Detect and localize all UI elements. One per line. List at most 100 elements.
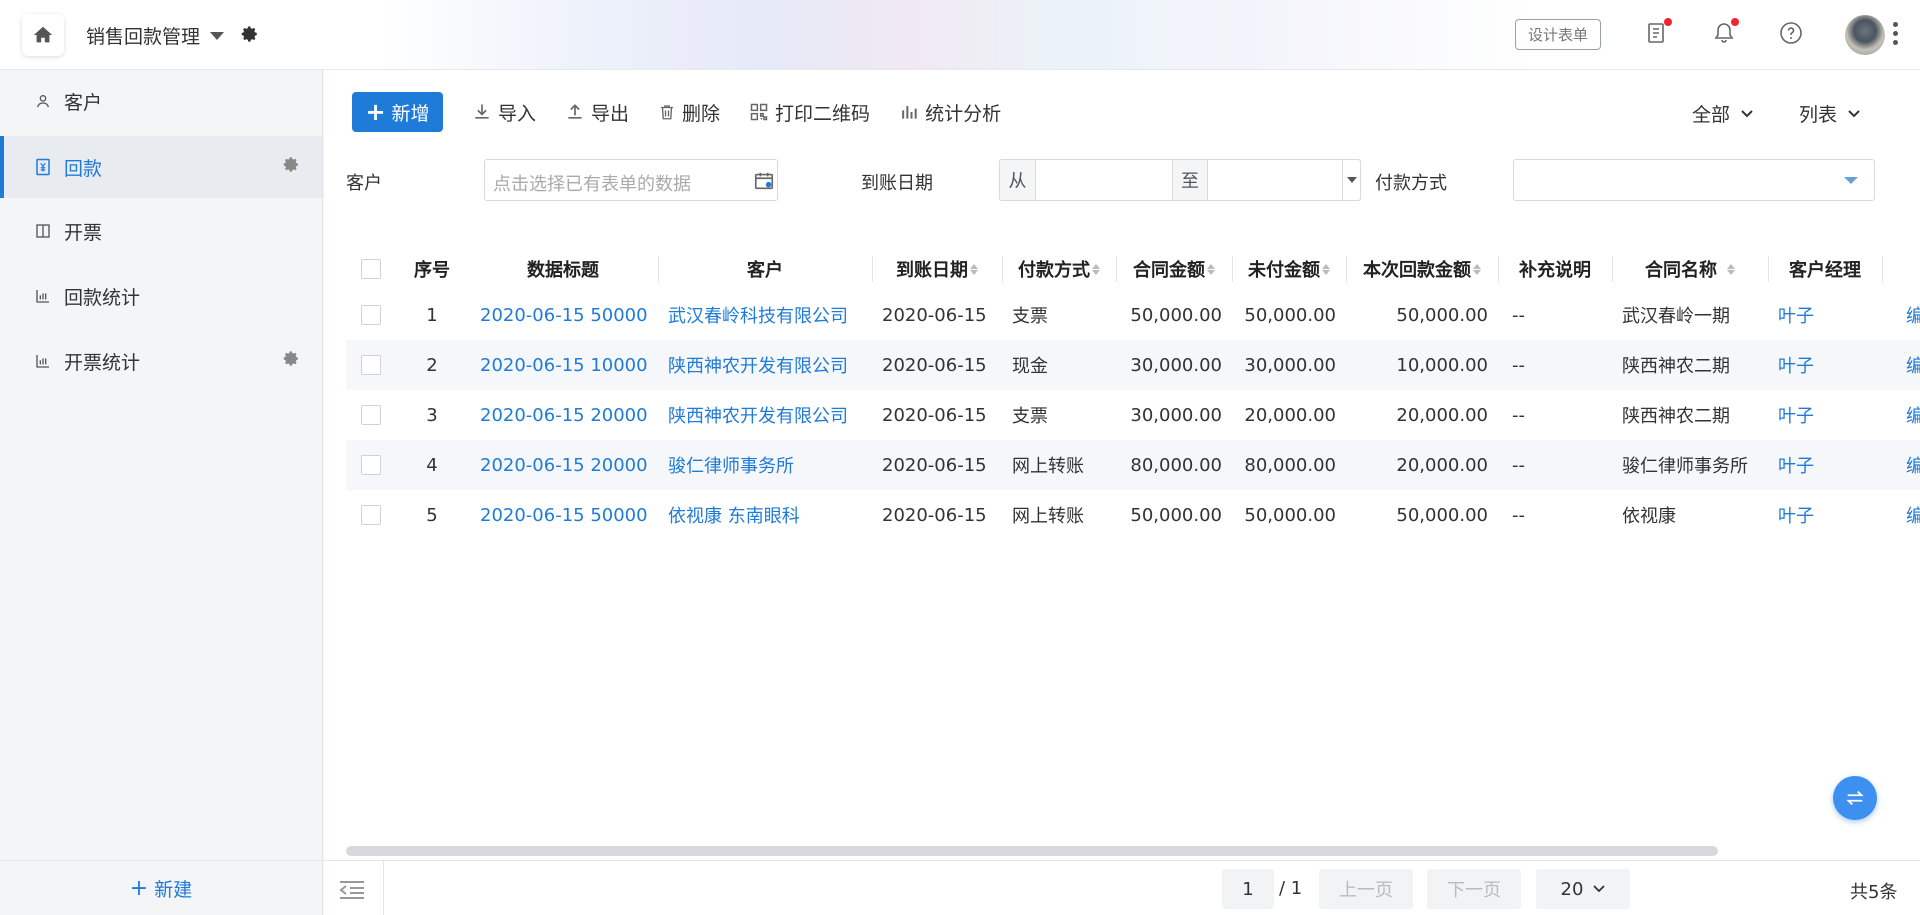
bell-icon[interactable] <box>1709 18 1739 48</box>
cell-contract-name: 骏仁律师事务所 <box>1622 456 1748 477</box>
cell-date: 2020-06-15 <box>882 304 987 326</box>
more-vertical-icon[interactable] <box>1893 22 1899 45</box>
date-filter-label: 到账日期 <box>861 173 933 194</box>
col-header-contract-amount[interactable]: 合同金额 <box>1116 248 1232 290</box>
cell-customer[interactable]: 武汉春岭科技有限公司 <box>658 290 872 340</box>
cell-customer[interactable]: 陕西神农开发有限公司 <box>658 340 872 390</box>
sidebar-item-payment[interactable]: 回款 <box>0 136 322 198</box>
next-page-button[interactable]: 下一页 <box>1427 869 1521 909</box>
current-page-input[interactable]: 1 <box>1222 869 1274 909</box>
cell-title[interactable]: 2020-06-15 20000 <box>468 440 658 490</box>
stats-button[interactable]: 统计分析 <box>899 99 1001 126</box>
sort-icon[interactable] <box>1727 263 1735 275</box>
view-mode-dropdown[interactable]: 列表 <box>1799 100 1861 127</box>
col-header-paid[interactable]: 本次回款金额 <box>1346 248 1498 290</box>
cell-title[interactable]: 2020-06-15 50000 <box>468 290 658 340</box>
payment-method-select[interactable] <box>1513 159 1875 201</box>
gear-icon[interactable] <box>283 350 300 372</box>
sort-icon[interactable] <box>1322 263 1330 275</box>
sidebar-item-customer[interactable]: 客户 <box>0 70 322 132</box>
cell-more[interactable]: 编 <box>1906 490 1920 540</box>
caret-down-icon[interactable] <box>1342 160 1360 200</box>
col-header-label: 合同金额 <box>1133 260 1205 281</box>
task-icon[interactable] <box>1642 18 1672 48</box>
col-header-contract-name[interactable]: 合同名称 <box>1612 248 1768 290</box>
table-row[interactable]: 5 2020-06-15 50000 依视康 东南眼科 2020-06-15 网上转账 5… <box>346 490 1920 540</box>
sidebar-item-invoice-stats[interactable]: 开票统计 <box>0 330 322 392</box>
prev-page-button[interactable]: 上一页 <box>1319 869 1413 909</box>
cell-manager[interactable]: 叶子 <box>1768 390 1882 440</box>
export-button[interactable]: 导出 <box>565 99 629 126</box>
scope-dropdown[interactable]: 全部 <box>1692 100 1754 127</box>
collapse-sidebar-icon[interactable] <box>338 879 366 906</box>
cell-title[interactable]: 2020-06-15 20000 <box>468 390 658 440</box>
cell-customer[interactable]: 骏仁律师事务所 <box>658 440 872 490</box>
cell-no: 5 <box>426 504 438 526</box>
cell-manager[interactable]: 叶子 <box>1768 340 1882 390</box>
cell-title[interactable]: 2020-06-15 10000 <box>468 340 658 390</box>
design-form-button[interactable]: 设计表单 <box>1515 19 1601 50</box>
home-button[interactable] <box>22 14 64 56</box>
app-title[interactable]: 销售回款管理 <box>86 22 225 49</box>
col-header-date[interactable]: 到账日期 <box>872 248 1002 290</box>
sort-icon[interactable] <box>1092 263 1100 275</box>
col-header-customer[interactable]: 客户 <box>658 248 872 290</box>
cell-manager[interactable]: 叶子 <box>1768 290 1882 340</box>
cell-customer[interactable]: 陕西神农开发有限公司 <box>658 390 872 440</box>
avatar[interactable] <box>1845 15 1885 55</box>
row-checkbox[interactable] <box>361 455 381 475</box>
calendar-picker-icon[interactable] <box>753 170 775 192</box>
cell-manager[interactable]: 叶子 <box>1768 490 1882 540</box>
swap-float-button[interactable] <box>1833 776 1877 820</box>
date-range-input[interactable]: 从 至 <box>999 159 1361 201</box>
new-item-label: 新建 <box>154 878 193 901</box>
total-count: 共5条 <box>1850 882 1898 903</box>
sidebar-item-payment-stats[interactable]: 回款统计 <box>0 265 322 327</box>
select-all-checkbox[interactable] <box>361 259 381 279</box>
customer-filter-input[interactable]: 点击选择已有表单的数据 <box>484 159 778 201</box>
row-checkbox[interactable] <box>361 305 381 325</box>
table-row[interactable]: 1 2020-06-15 50000 武汉春岭科技有限公司 2020-06-15 支票 5… <box>346 290 1920 340</box>
delete-button[interactable]: 删除 <box>658 99 720 126</box>
page-size-select[interactable]: 20 <box>1536 869 1630 909</box>
cell-more[interactable]: 编 <box>1906 290 1920 340</box>
sort-icon[interactable] <box>970 263 978 275</box>
cell-manager[interactable]: 叶子 <box>1768 440 1882 490</box>
sort-icon[interactable] <box>1473 263 1481 275</box>
import-button[interactable]: 导入 <box>472 99 536 126</box>
help-icon[interactable] <box>1776 18 1806 48</box>
sidebar-item-invoice[interactable]: 开票 <box>0 200 322 262</box>
row-checkbox[interactable] <box>361 505 381 525</box>
horizontal-scrollbar[interactable] <box>346 846 1718 856</box>
cell-no: 3 <box>426 404 438 426</box>
col-header-method[interactable]: 付款方式 <box>1002 248 1116 290</box>
row-checkbox[interactable] <box>361 355 381 375</box>
gear-icon[interactable] <box>283 156 300 178</box>
col-header-unpaid[interactable]: 未付金额 <box>1232 248 1346 290</box>
cell-title[interactable]: 2020-06-15 50000 <box>468 490 658 540</box>
cell-unpaid-amount: 50,000.00 <box>1244 304 1336 326</box>
add-button[interactable]: + 新增 <box>352 92 443 132</box>
row-checkbox[interactable] <box>361 405 381 425</box>
table-row[interactable]: 3 2020-06-15 20000 陕西神农开发有限公司 2020-06-15 支票 3… <box>346 390 1920 440</box>
print-qr-button[interactable]: 打印二维码 <box>749 99 870 126</box>
cell-paid-amount: 10,000.00 <box>1396 354 1488 376</box>
col-header-note[interactable]: 补充说明 <box>1498 248 1612 290</box>
import-label: 导入 <box>498 102 537 125</box>
row-select-cell <box>346 390 396 440</box>
cell-more[interactable]: 编 <box>1906 440 1920 490</box>
table-row[interactable]: 4 2020-06-15 20000 骏仁律师事务所 2020-06-15 网上转账 80… <box>346 440 1920 490</box>
cell-more[interactable]: 编 <box>1906 340 1920 390</box>
sidebar: 客户 回款 开票 回款统计 开票统计 + 新建 <box>0 70 323 915</box>
page-size-value: 20 <box>1560 878 1584 900</box>
cell-customer[interactable]: 依视康 东南眼科 <box>658 490 872 540</box>
new-item-button[interactable]: + 新建 <box>0 860 322 915</box>
col-header-no[interactable]: 序号 <box>396 248 468 290</box>
sort-icon[interactable] <box>1207 263 1215 275</box>
cell-more[interactable]: 编 <box>1906 390 1920 440</box>
table-row[interactable]: 2 2020-06-15 10000 陕西神农开发有限公司 2020-06-15 现金 3… <box>346 340 1920 390</box>
col-header-manager[interactable]: 客户经理 <box>1768 248 1882 290</box>
col-header-title[interactable]: 数据标题 <box>468 248 658 290</box>
cell-contract-amount: 50,000.00 <box>1130 504 1222 526</box>
gear-icon[interactable] <box>241 25 259 48</box>
